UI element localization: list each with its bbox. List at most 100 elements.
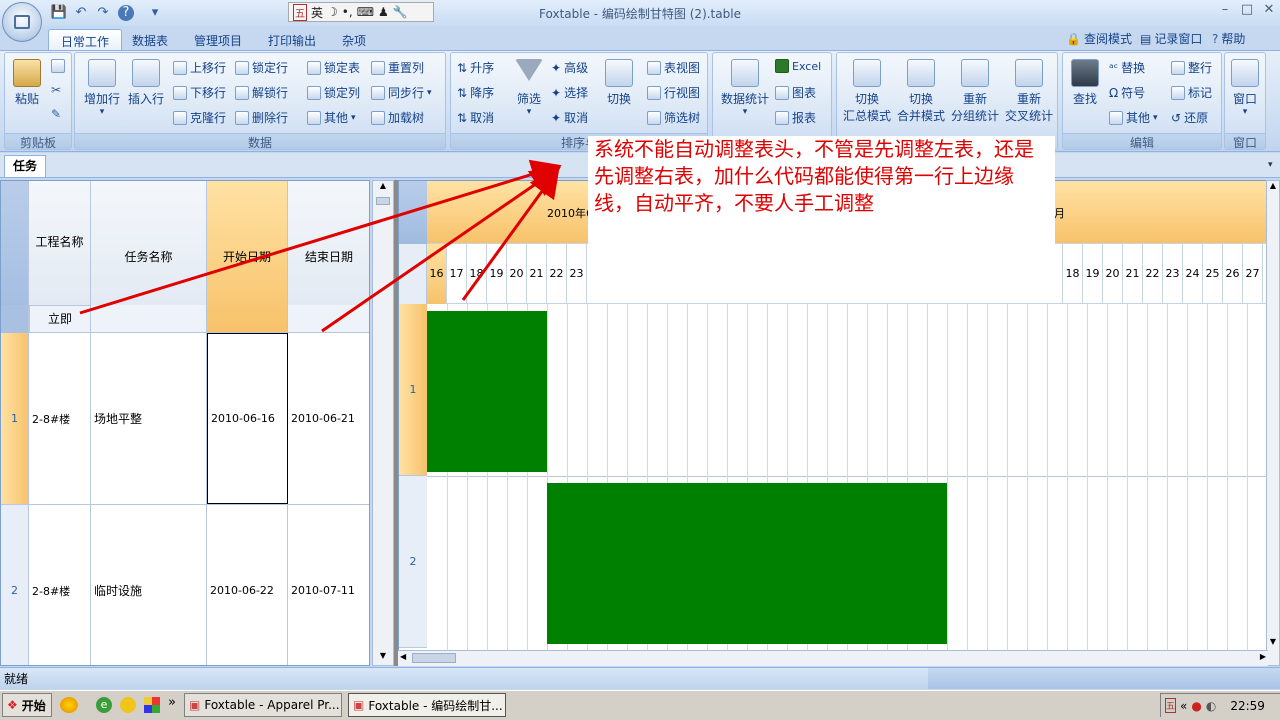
cell-end[interactable]: 2010-06-21 (288, 333, 369, 504)
taskbar-app-gantt[interactable]: ▣ Foxtable - 编码绘制甘... (348, 693, 506, 717)
scroll-up-icon[interactable]: ▲ (373, 181, 393, 195)
cell-end[interactable]: 2010-07-11 (288, 505, 369, 665)
copy-button[interactable] (51, 59, 65, 73)
sort-cancel-button[interactable]: ⇅ 取消 (457, 109, 494, 126)
scroll-left-icon[interactable]: ◀ (400, 652, 406, 661)
chart-button[interactable]: 图表 (775, 84, 816, 101)
sort-desc-button[interactable]: ⇅ 降序 (457, 84, 494, 101)
format-brush-button[interactable]: ✎ (51, 107, 61, 121)
gantt-bar-task-2[interactable] (547, 483, 947, 644)
toggle-button[interactable]: 切换 (599, 59, 639, 107)
horizontal-scrollbar[interactable]: ◀ ▶ (398, 650, 1268, 666)
tab-datatable[interactable]: 数据表 (120, 29, 180, 51)
tab-print[interactable]: 打印输出 (256, 29, 328, 51)
gantt-row-number[interactable]: 2 (399, 476, 427, 648)
unlock-row-button[interactable]: 解锁行 (235, 84, 288, 101)
col-header-start[interactable]: 开始日期 (207, 181, 288, 333)
filter-button[interactable]: 筛选 ▾ (509, 59, 549, 117)
row-view-button[interactable]: 行视图 (647, 84, 700, 101)
move-down-button[interactable]: 下移行 (173, 84, 226, 101)
log-window-link[interactable]: ▤ 记录窗口 (1140, 30, 1202, 47)
scroll-down-icon[interactable]: ▼ (1267, 637, 1279, 649)
tab-daily[interactable]: 日常工作 (48, 29, 123, 51)
ie-icon[interactable]: e (96, 697, 112, 713)
row-number[interactable]: 2 (1, 505, 29, 665)
tab-manage[interactable]: 管理项目 (182, 29, 254, 51)
gantt-bar-task-1[interactable] (427, 311, 547, 472)
mark-button[interactable]: 标记 (1171, 84, 1212, 101)
right-vertical-scrollbar[interactable]: ▲ ▼ (1266, 180, 1280, 666)
cross-stats-button[interactable]: 重新 交叉统计 (1003, 59, 1055, 124)
left-vertical-scrollbar[interactable]: ▲ ▼ (372, 180, 394, 666)
ime-tray-icon[interactable]: 五 (1165, 698, 1177, 713)
load-tree-button[interactable]: 加载树 (371, 109, 424, 126)
other-button[interactable]: 其他 ▾ (307, 109, 356, 126)
cell-start[interactable]: 2010-06-22 (207, 505, 288, 665)
summary-mode-button[interactable]: 切换 汇总模式 (841, 59, 893, 124)
scroll-thumb[interactable] (376, 197, 390, 205)
lock-table-button[interactable]: 锁定表 (307, 59, 360, 76)
close-button[interactable]: ✕ (1258, 2, 1280, 22)
add-row-button[interactable]: 增加行 ▾ (79, 59, 125, 117)
table-row[interactable]: 1 2-8#楼 场地平整 2010-06-16 2010-06-21 (1, 333, 369, 505)
quicklaunch-plus-icon[interactable] (120, 697, 136, 713)
start-button[interactable]: ❖ 开始 (2, 693, 52, 717)
sort-asc-button[interactable]: ⇅ 升序 (457, 59, 494, 76)
window-button[interactable]: 窗口 ▾ (1225, 59, 1265, 117)
restore-button[interactable]: ↺ 还原 (1171, 109, 1208, 126)
scroll-up-icon[interactable]: ▲ (1267, 181, 1279, 193)
table-view-button[interactable]: 表视图 (647, 59, 700, 76)
filter-tree-button[interactable]: 筛选树 (647, 109, 700, 126)
cut-button[interactable]: ✂ (51, 83, 61, 97)
excel-button[interactable]: Excel (775, 59, 821, 73)
quicklaunch-app-icon[interactable] (60, 697, 78, 713)
tray-collapse-icon[interactable]: « (1180, 699, 1187, 713)
reset-col-button[interactable]: 重置列 (371, 59, 424, 76)
help-link[interactable]: ? 帮助 (1212, 30, 1245, 47)
paste-button[interactable]: 粘贴 (7, 59, 47, 107)
maximize-button[interactable]: □ (1236, 2, 1258, 22)
move-up-button[interactable]: 上移行 (173, 59, 226, 76)
doc-tab-task[interactable]: 任务 (4, 155, 46, 177)
office-button[interactable] (2, 2, 42, 42)
cell-task[interactable]: 场地平整 (91, 333, 207, 504)
cell-project[interactable]: 2-8#楼 (29, 505, 91, 665)
symbol-button[interactable]: Ω 符号 (1109, 84, 1145, 101)
lock-col-button[interactable]: 锁定列 (307, 84, 360, 101)
advanced-button[interactable]: ✦ 高级 (551, 59, 588, 76)
data-stats-button[interactable]: 数据统计 ▾ (717, 59, 773, 117)
merge-mode-button[interactable]: 切换 合并模式 (895, 59, 947, 124)
group-stats-button[interactable]: 重新 分组统计 (949, 59, 1001, 124)
gantt-row-number[interactable]: 1 (399, 304, 427, 476)
clone-row-button[interactable]: 克隆行 (173, 109, 226, 126)
lock-row-button[interactable]: 锁定行 (235, 59, 288, 76)
edit-other-button[interactable]: 其他 ▾ (1109, 109, 1158, 126)
insert-row-button[interactable]: 插入行 (123, 59, 169, 107)
scroll-right-icon[interactable]: ▶ (1260, 652, 1266, 661)
delete-row-button[interactable]: 删除行 (235, 109, 288, 126)
minimize-button[interactable]: – (1214, 2, 1236, 22)
filter-apply-button[interactable]: 立即 (29, 305, 91, 333)
scroll-down-icon[interactable]: ▼ (373, 651, 393, 665)
quicklaunch-more-icon[interactable]: » (168, 695, 176, 710)
tidy-row-button[interactable]: 整行 (1171, 59, 1212, 76)
quicklaunch-win-icon[interactable] (144, 697, 160, 713)
filter-cell-task[interactable] (91, 305, 207, 333)
antivirus-icon[interactable]: ● (1191, 699, 1201, 713)
taskbar-app-apparel[interactable]: ▣ Foxtable - Apparel Pr... (184, 693, 342, 717)
select-button[interactable]: ✦ 选择 (551, 84, 588, 101)
row-number[interactable]: 1 (1, 333, 29, 504)
hscroll-thumb[interactable] (412, 653, 456, 663)
view-mode-link[interactable]: 🔒 查阅模式 (1066, 30, 1132, 47)
find-button[interactable]: 查找 (1065, 59, 1105, 107)
filter-cancel-button[interactable]: ✦ 取消 (551, 109, 588, 126)
cell-start[interactable]: 2010-06-16 (207, 333, 288, 504)
tab-misc[interactable]: 杂项 (330, 29, 378, 51)
replace-button[interactable]: ᵃᶜ 替换 (1109, 59, 1145, 76)
table-row[interactable]: 2 2-8#楼 临时设施 2010-06-22 2010-07-11 (1, 505, 369, 665)
cell-task[interactable]: 临时设施 (91, 505, 207, 665)
shield-icon[interactable]: ◐ (1206, 699, 1216, 713)
report-button[interactable]: 报表 (775, 109, 816, 126)
gantt-corner[interactable] (399, 181, 427, 244)
tab-dropdown-icon[interactable]: ▾ (1268, 160, 1273, 170)
